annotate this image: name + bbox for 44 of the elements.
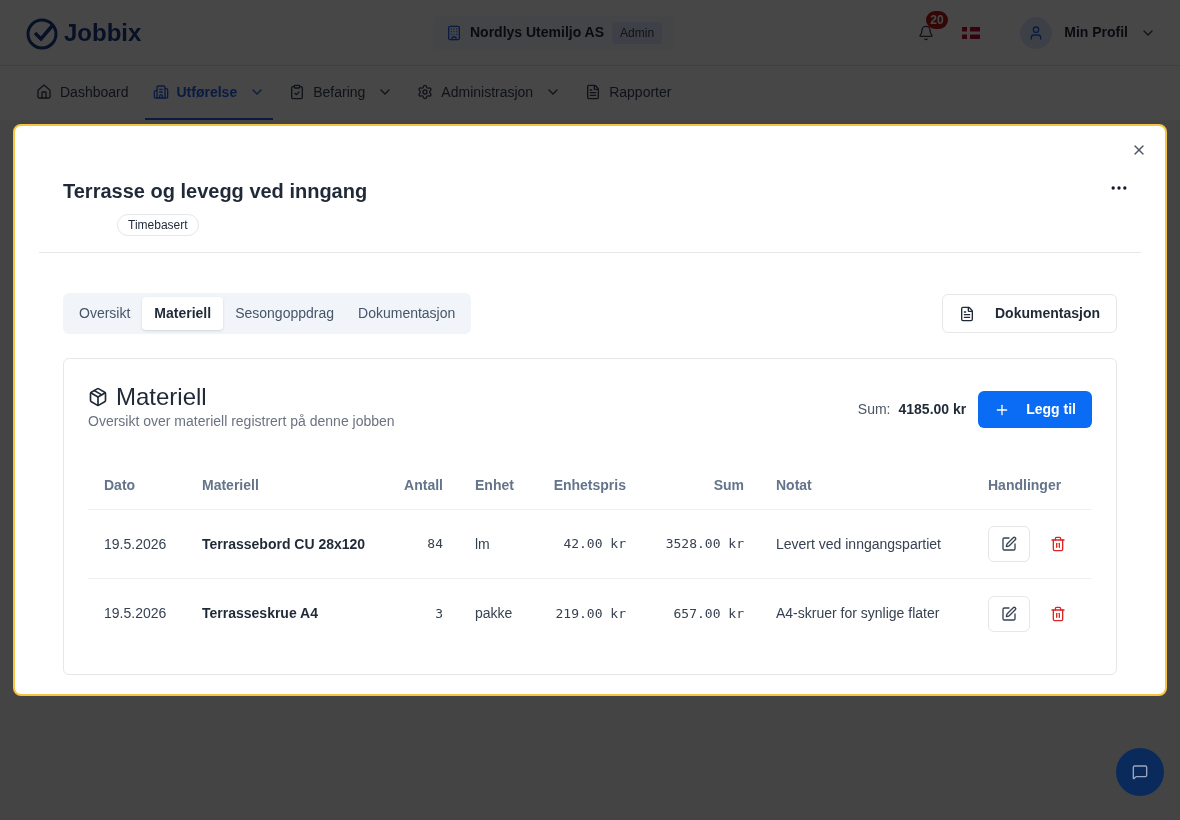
section-title: Materiell xyxy=(116,383,207,411)
table-cell-text: Terrasseskrue A4 xyxy=(202,604,318,623)
table-cell-text: 42.00 kr xyxy=(563,535,626,554)
table-cell-text: lm xyxy=(474,534,490,554)
table-cell-text: 219.00 kr xyxy=(555,604,626,623)
logo-text: Jobbix xyxy=(64,17,142,48)
pencil-icon xyxy=(1001,536,1017,552)
column-header: Antall xyxy=(404,476,443,495)
column-header: Dato xyxy=(104,476,136,495)
table-cell-text: A4-skruer for synlige flater xyxy=(775,604,940,623)
table-cell-text: Levert ved inngangspartiet xyxy=(775,534,941,554)
delete-icon[interactable] xyxy=(1050,605,1066,622)
column-header: Enhet xyxy=(474,476,514,495)
table-cell-text: 19.5.2026 xyxy=(104,534,167,554)
add-button[interactable]: Legg til xyxy=(978,391,1092,428)
table-cell-text: Terrassebord CU 28x120 xyxy=(202,534,366,554)
column-header: Sum xyxy=(713,476,744,495)
company-name: Nordlys Utemiljo AS xyxy=(470,23,605,42)
column-header: Enhetspris xyxy=(553,476,626,495)
sum-value: 4185.00 kr xyxy=(898,400,967,419)
column-header: Materiell xyxy=(202,476,259,495)
table-cell-text: 3528.00 kr xyxy=(665,535,744,554)
table-cell-text: 84 xyxy=(427,535,443,554)
column-header: Handlinger xyxy=(988,476,1062,495)
chat-icon xyxy=(1132,764,1148,780)
tab[interactable]: Materiell xyxy=(142,297,224,330)
tab[interactable]: Oversikt xyxy=(67,297,143,330)
table-cell-text: 3 xyxy=(435,604,443,623)
tab[interactable]: Sesongoppdrag xyxy=(223,297,347,330)
section-subtitle: Oversikt over materiell registrert på denne jobben xyxy=(88,412,395,431)
sum-label: Sum: xyxy=(857,400,891,419)
document-icon xyxy=(959,305,975,322)
table-cell-text: 19.5.2026 xyxy=(104,604,167,623)
dialog-title: Terrasse og levegg ved inngang xyxy=(63,179,368,204)
table-cell-text: pakke xyxy=(474,604,513,623)
table-cell-text: 657.00 kr xyxy=(673,604,744,623)
column-header: Notat xyxy=(775,476,812,495)
edit-button[interactable] xyxy=(988,595,1030,632)
box-icon xyxy=(88,387,108,407)
edit-button[interactable] xyxy=(988,526,1030,562)
tab[interactable]: Dokumentasjon xyxy=(346,297,468,330)
pencil-icon xyxy=(1001,605,1017,622)
documentation-button[interactable]: Dokumentasjon xyxy=(942,294,1117,333)
delete-icon[interactable] xyxy=(1050,536,1066,552)
